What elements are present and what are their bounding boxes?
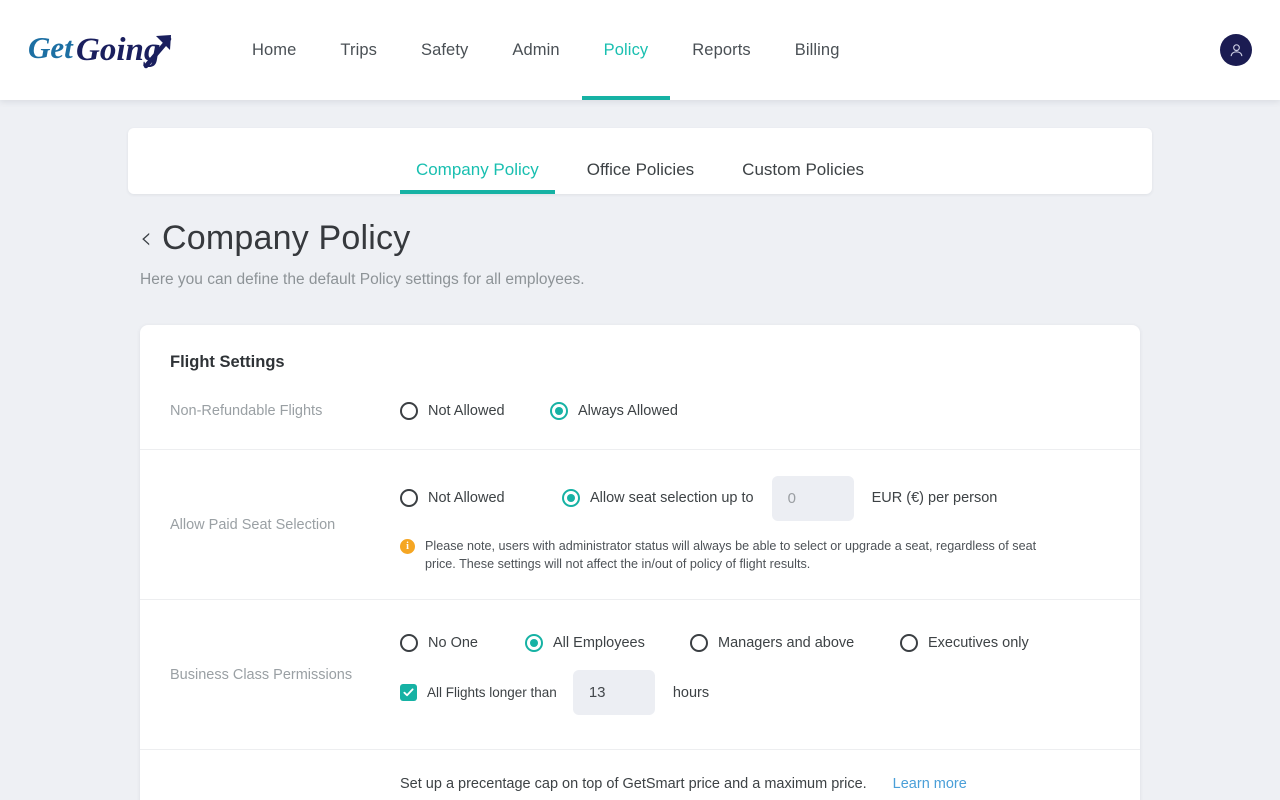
checkbox-label: All Flights longer than (427, 685, 557, 701)
radio-label: Allow seat selection up to (590, 490, 754, 507)
page-heading: ‹ Company Policy Here you can define the… (128, 219, 1152, 289)
radio-label: Not Allowed (428, 402, 505, 419)
radio-non-refundable-always-allowed[interactable]: Always Allowed (550, 401, 678, 420)
tab-office-policies[interactable]: Office Policies (571, 160, 710, 194)
policy-tabs: Company Policy Office Policies Custom Po… (392, 160, 888, 194)
flight-settings-card: Flight Settings Non-Refundable Flights N… (140, 325, 1140, 800)
tab-label: Custom Policies (742, 160, 865, 179)
nav-label: Admin (512, 40, 560, 59)
nav-item-billing[interactable]: Billing (773, 0, 862, 100)
radio-business-no-one[interactable]: No One (400, 634, 525, 653)
tab-label: Company Policy (415, 160, 539, 179)
row-label-business-class: Business Class Permissions (170, 666, 353, 683)
seat-price-unit: EUR (€) per person (871, 490, 998, 507)
check-icon (403, 688, 414, 697)
tab-custom-policies[interactable]: Custom Policies (726, 160, 880, 194)
nav-item-admin[interactable]: Admin (490, 0, 581, 100)
radio-business-executives-only[interactable]: Executives only (900, 634, 1029, 653)
policy-tabs-card: Company Policy Office Policies Custom Po… (128, 128, 1152, 194)
main-navigation: Home Trips Safety Admin Policy Reports B… (230, 0, 862, 100)
paid-seat-note: i Please note, users with administrator … (400, 537, 1040, 574)
radio-dot-icon (400, 489, 418, 508)
radio-dot-icon (900, 634, 918, 653)
radio-label: All Employees (553, 635, 645, 652)
radio-dot-icon (400, 401, 418, 420)
row-label-non-refundable: Non-Refundable Flights (170, 402, 323, 419)
row-price-cap: Set up a precentage cap on top of GetSma… (140, 750, 1140, 800)
radio-dot-icon (400, 634, 418, 653)
checkbox-all-flights-longer-than[interactable] (400, 684, 417, 702)
row-paid-seat-selection: Allow Paid Seat Selection Not Allowed Al… (140, 450, 1140, 601)
radio-label: No One (428, 635, 478, 652)
radio-seat-not-allowed[interactable]: Not Allowed (400, 489, 562, 508)
radio-business-managers-and-above[interactable]: Managers and above (690, 634, 900, 653)
radio-business-all-employees[interactable]: All Employees (525, 634, 690, 653)
radio-dot-icon (525, 634, 543, 653)
nav-item-reports[interactable]: Reports (670, 0, 772, 100)
radio-label: Managers and above (718, 635, 855, 652)
radio-dot-icon (550, 401, 568, 420)
hours-unit-label: hours (672, 684, 710, 701)
back-chevron-icon[interactable]: ‹ (140, 223, 152, 254)
nav-item-trips[interactable]: Trips (318, 0, 399, 100)
user-avatar[interactable] (1220, 34, 1252, 66)
price-cap-learn-more-link[interactable]: Learn more (893, 776, 967, 792)
page-title: Company Policy (162, 219, 411, 257)
user-icon (1230, 43, 1242, 56)
info-icon: i (400, 538, 415, 554)
nav-label: Safety (420, 40, 469, 59)
nav-item-safety[interactable]: Safety (399, 0, 490, 100)
radio-seat-allow-up-to[interactable]: Allow seat selection up to (562, 489, 754, 508)
seat-price-input[interactable] (771, 475, 854, 521)
getgoing-logo[interactable]: Get Going (28, 22, 178, 78)
svg-text:Get: Get (28, 30, 74, 65)
price-cap-text: Set up a precentage cap on top of GetSma… (400, 776, 867, 793)
row-label-paid-seat: Allow Paid Seat Selection (170, 516, 336, 533)
radio-label: Executives only (928, 635, 1029, 652)
radio-label: Not Allowed (428, 490, 505, 507)
nav-item-policy[interactable]: Policy (581, 0, 671, 100)
nav-label: Billing (794, 40, 840, 59)
nav-label: Reports (692, 40, 751, 59)
section-title-flight-settings: Flight Settings (170, 353, 285, 372)
radio-label: Always Allowed (578, 402, 678, 419)
radio-dot-icon (562, 489, 580, 508)
row-non-refundable-flights: Non-Refundable Flights Not Allowed Alway… (140, 372, 1140, 451)
tab-company-policy[interactable]: Company Policy (399, 160, 555, 194)
paid-seat-note-text: Please note, users with administrator st… (425, 538, 1037, 572)
nav-item-home[interactable]: Home (230, 0, 318, 100)
page-body: Company Policy Office Policies Custom Po… (0, 100, 1280, 800)
flight-duration-hours-input[interactable] (572, 670, 655, 716)
nav-label: Home (252, 40, 297, 59)
nav-label: Trips (340, 40, 377, 59)
nav-label: Policy (603, 40, 649, 59)
radio-dot-icon (690, 634, 708, 653)
page-subtitle: Here you can define the default Policy s… (140, 271, 585, 289)
business-class-duration-row: All Flights longer than hours (400, 670, 1110, 716)
row-business-class-permissions: Business Class Permissions No One All Em… (140, 600, 1140, 751)
radio-non-refundable-not-allowed[interactable]: Not Allowed (400, 401, 550, 420)
app-header: Get Going Home Trips Safety Admin Policy… (0, 0, 1280, 100)
tab-label: Office Policies (586, 160, 695, 179)
